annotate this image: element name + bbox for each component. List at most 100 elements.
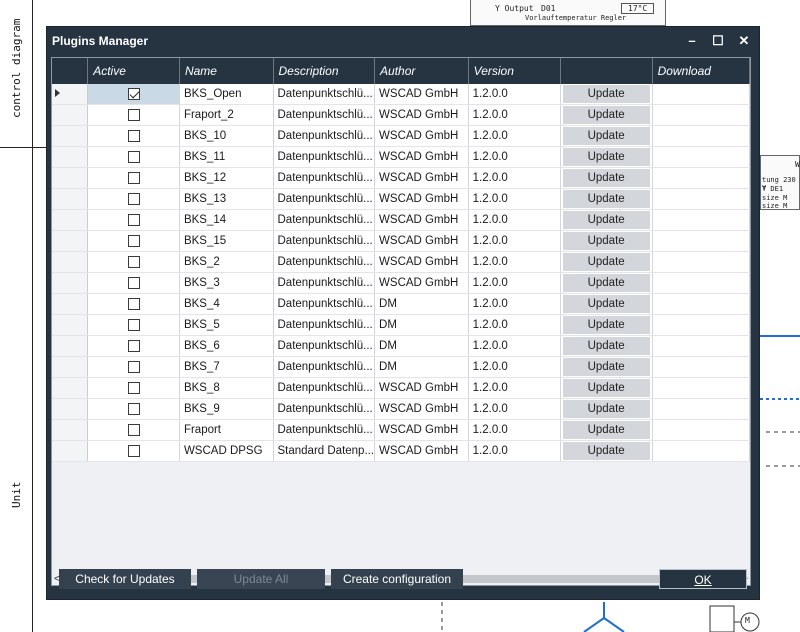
update-button[interactable]: Update (562, 211, 650, 230)
active-cell[interactable] (87, 314, 180, 337)
table-row[interactable]: BKS_15 Datenpunktschlü... WSCAD GmbH 1.2.0.… (52, 230, 750, 253)
close-icon[interactable]: ✕ (735, 32, 753, 50)
active-checkbox[interactable] (127, 172, 140, 185)
active-checkbox[interactable] (127, 382, 140, 395)
create-configuration-button[interactable]: Create configuration (331, 569, 463, 589)
row-selector[interactable] (52, 251, 89, 274)
table-row[interactable]: BKS_2 Datenpunktschlü... WSCAD GmbH 1.2.0.0… (52, 251, 750, 274)
update-button[interactable]: Update (562, 274, 650, 293)
active-cell[interactable] (87, 209, 180, 232)
row-selector[interactable] (52, 356, 89, 379)
active-cell[interactable] (87, 272, 180, 295)
active-cell[interactable] (87, 125, 180, 148)
column-header-description[interactable]: Description (273, 58, 376, 84)
active-cell[interactable] (87, 84, 180, 106)
row-selector[interactable] (52, 335, 89, 358)
update-button[interactable]: Update (562, 253, 650, 272)
active-cell[interactable] (87, 419, 180, 442)
row-selector[interactable] (52, 146, 89, 169)
active-checkbox[interactable] (127, 151, 140, 164)
table-row[interactable]: BKS_5 Datenpunktschlü... DM 1.2.0.0 Update (52, 314, 750, 337)
table-row[interactable]: BKS_12 Datenpunktschlü... WSCAD GmbH 1.2.0.… (52, 167, 750, 190)
active-cell[interactable] (87, 440, 180, 463)
row-selector[interactable] (52, 377, 89, 400)
active-cell[interactable] (87, 356, 180, 379)
maximize-icon[interactable]: ☐ (709, 32, 727, 50)
active-checkbox[interactable] (127, 319, 140, 332)
row-selector[interactable] (52, 419, 89, 442)
update-button[interactable]: Update (562, 442, 650, 461)
active-checkbox[interactable] (127, 424, 140, 437)
row-selector[interactable] (52, 314, 89, 337)
active-cell[interactable] (87, 188, 180, 211)
update-button[interactable]: Update (562, 190, 650, 209)
update-button[interactable]: Update (562, 169, 650, 188)
row-selector[interactable] (52, 188, 89, 211)
table-row[interactable]: BKS_6 Datenpunktschlü... DM 1.2.0.0 Update (52, 335, 750, 358)
update-button[interactable]: Update (562, 337, 650, 356)
active-cell[interactable] (87, 398, 180, 421)
dialog-titlebar[interactable]: Plugins Manager – ☐ ✕ (47, 27, 759, 55)
table-row[interactable]: BKS_13 Datenpunktschlü... WSCAD GmbH 1.2.0.… (52, 188, 750, 211)
update-button[interactable]: Update (562, 421, 650, 440)
table-row[interactable]: BKS_14 Datenpunktschlü... WSCAD GmbH 1.2.0.… (52, 209, 750, 232)
update-button[interactable]: Update (562, 379, 650, 398)
active-checkbox[interactable] (127, 361, 140, 374)
column-header-name[interactable]: Name (179, 58, 274, 84)
row-selector[interactable] (52, 209, 89, 232)
active-cell[interactable] (87, 377, 180, 400)
active-cell[interactable] (87, 230, 180, 253)
active-checkbox[interactable] (127, 403, 140, 416)
row-selector[interactable] (52, 104, 89, 127)
update-button[interactable]: Update (562, 295, 650, 314)
row-selector[interactable] (52, 272, 89, 295)
update-all-button[interactable]: Update All (197, 569, 325, 589)
active-checkbox[interactable] (127, 256, 140, 269)
ok-button[interactable]: OK (659, 569, 747, 589)
active-checkbox[interactable] (127, 88, 140, 101)
active-cell[interactable] (87, 335, 180, 358)
column-header-active[interactable]: Active (87, 58, 180, 84)
active-cell[interactable] (87, 104, 180, 127)
table-row[interactable]: BKS_9 Datenpunktschlü... WSCAD GmbH 1.2.0.0… (52, 398, 750, 421)
table-row[interactable]: BKS_8 Datenpunktschlü... WSCAD GmbH 1.2.0.0… (52, 377, 750, 400)
update-button[interactable]: Update (562, 106, 650, 125)
column-header-version[interactable]: Version (468, 58, 561, 84)
table-row[interactable]: BKS_11 Datenpunktschlü... WSCAD GmbH 1.2.0.… (52, 146, 750, 169)
row-selector[interactable] (52, 230, 89, 253)
table-row[interactable]: BKS_Open Datenpunktschlü... WSCAD GmbH 1.2.… (52, 84, 750, 106)
active-checkbox[interactable] (127, 277, 140, 290)
table-row[interactable]: Fraport Datenpunktschlü... WSCAD GmbH 1.2.0… (52, 419, 750, 442)
table-row[interactable]: WSCAD DPSG Standard Datenp... WSCAD GmbH 1.… (52, 440, 750, 463)
active-checkbox[interactable] (127, 298, 140, 311)
update-button[interactable]: Update (562, 316, 650, 335)
update-button[interactable]: Update (562, 127, 650, 146)
active-checkbox[interactable] (127, 235, 140, 248)
active-checkbox[interactable] (127, 130, 140, 143)
active-checkbox[interactable] (127, 214, 140, 227)
table-row[interactable]: Fraport_2 Datenpunktschlü... WSCAD GmbH 1.2… (52, 104, 750, 127)
update-button[interactable]: Update (562, 148, 650, 167)
check-for-updates-button[interactable]: Check for Updates (59, 569, 191, 589)
table-row[interactable]: BKS_4 Datenpunktschlü... DM 1.2.0.0 Update (52, 293, 750, 316)
update-button[interactable]: Update (562, 400, 650, 419)
row-selector[interactable] (52, 125, 89, 148)
column-header-author[interactable]: Author (374, 58, 469, 84)
active-checkbox[interactable] (127, 193, 140, 206)
row-selector[interactable] (52, 440, 89, 463)
active-cell[interactable] (87, 293, 180, 316)
update-button[interactable]: Update (562, 232, 650, 251)
table-row[interactable]: BKS_10 Datenpunktschlü... WSCAD GmbH 1.2.0.… (52, 125, 750, 148)
active-checkbox[interactable] (127, 340, 140, 353)
minimize-icon[interactable]: – (683, 32, 701, 50)
row-selector[interactable] (52, 84, 89, 106)
active-cell[interactable] (87, 146, 180, 169)
table-row[interactable]: BKS_7 Datenpunktschlü... DM 1.2.0.0 Update (52, 356, 750, 379)
update-button[interactable]: Update (562, 85, 650, 104)
update-button[interactable]: Update (562, 358, 650, 377)
active-cell[interactable] (87, 167, 180, 190)
active-checkbox[interactable] (127, 445, 140, 458)
active-cell[interactable] (87, 251, 180, 274)
table-row[interactable]: BKS_3 Datenpunktschlü... WSCAD GmbH 1.2.0.0… (52, 272, 750, 295)
row-selector[interactable] (52, 167, 89, 190)
